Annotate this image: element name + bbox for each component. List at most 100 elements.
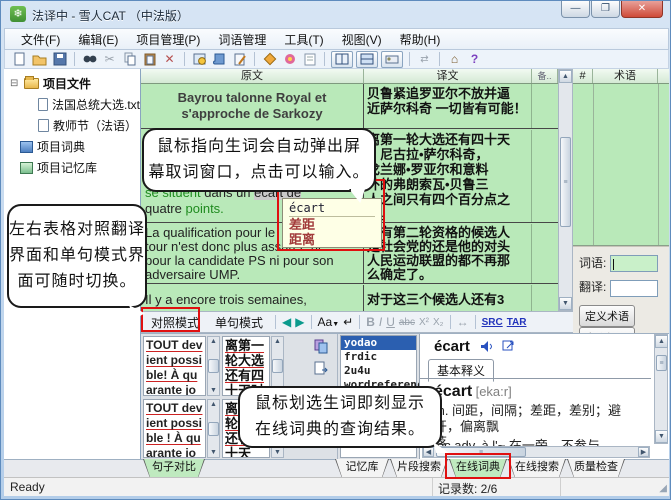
menu-file[interactable]: 文件(F) <box>13 29 68 50</box>
list-item[interactable]: frdic <box>341 350 416 364</box>
italic-button[interactable]: I <box>379 315 382 329</box>
tree-item-project-files[interactable]: ⊟ 项目文件 <box>4 73 140 94</box>
speaker-icon[interactable] <box>480 341 494 356</box>
compare-source-box-1[interactable]: TOUT devient possible! À quarante jours … <box>143 336 206 396</box>
notes-icon[interactable] <box>301 51 318 67</box>
tree-item-election-file[interactable]: 法国总统大选.txt <box>4 94 140 115</box>
resize-grip[interactable]: ◢ <box>659 483 667 494</box>
column-header-extra[interactable]: 备.. <box>532 69 558 83</box>
menu-help[interactable]: 帮助(H) <box>392 29 449 50</box>
fit-width-icon[interactable]: ↔ <box>457 315 469 329</box>
cut-icon[interactable]: ✂ <box>101 51 118 67</box>
enter-icon[interactable]: ↵ <box>343 315 353 329</box>
prev-segment-icon[interactable]: ◀ <box>282 315 291 329</box>
target-cell[interactable]: 对于这三个候选人还有3 <box>364 285 532 311</box>
view-key-mode-icon[interactable] <box>381 51 403 68</box>
list-item[interactable]: yodao <box>341 336 416 350</box>
scrollbar-thumb[interactable]: ≡ <box>560 137 571 227</box>
term-translation-input[interactable] <box>610 280 658 297</box>
superscript-button[interactable]: X² <box>419 317 429 328</box>
menu-project[interactable]: 项目管理(P) <box>128 29 208 50</box>
main-toolbar: ✂ ✕ ⇄ ⌂ ? <box>4 50 669 69</box>
font-button[interactable]: Aa▼ <box>318 315 340 329</box>
column-header-source[interactable]: 原文 <box>141 69 364 83</box>
list-item[interactable]: 2u4u <box>341 364 416 378</box>
target-cell[interactable]: 离第一轮大选还有四十天 ，尼古拉•萨尔科奇， 戈兰娜•罗亚尔和意料 外的弗朗索瓦… <box>364 130 532 222</box>
view-table-mode-icon[interactable] <box>331 51 353 68</box>
minimize-button[interactable]: — <box>561 1 590 18</box>
annotation-box-compare-mode <box>141 307 200 332</box>
dictionary-icon[interactable] <box>211 51 228 67</box>
tree-item-project-memory[interactable]: 项目记忆库 <box>4 157 140 178</box>
subscript-button[interactable]: X₂ <box>433 317 444 328</box>
scrollbar-thumb[interactable]: ≡ <box>656 355 667 371</box>
scroll-left-icon[interactable]: ◀ <box>423 447 434 457</box>
underline-button[interactable]: U <box>386 315 395 329</box>
menu-view[interactable]: 视图(V) <box>334 29 390 50</box>
column-header-num[interactable]: # <box>573 69 593 83</box>
scroll-down-icon[interactable]: ▼ <box>559 297 572 310</box>
table-row: Bayrou talonne Royal et s'approche de Sa… <box>141 84 558 129</box>
scroll-down-icon[interactable]: ▼ <box>655 430 668 443</box>
strikethrough-button[interactable]: abc <box>399 317 415 328</box>
word-flower-icon[interactable] <box>281 51 298 67</box>
scroll-right-icon[interactable]: ▶ <box>638 447 649 457</box>
next-segment-icon[interactable]: ▶ <box>295 315 304 329</box>
term-word-input[interactable] <box>610 255 658 272</box>
target-cell[interactable]: 贝鲁紧追罗亚尔不放并逼 近萨尔科奇 一切皆有可能！ <box>364 84 532 128</box>
menu-terms[interactable]: 词语管理 <box>210 29 274 50</box>
memory-icon <box>20 162 33 174</box>
bold-button[interactable]: B <box>366 315 375 329</box>
copy-icon[interactable] <box>121 51 138 67</box>
tab-memory[interactable]: 记忆库 <box>335 459 389 478</box>
scroll-up-icon[interactable]: ▲ <box>655 335 668 348</box>
home-icon[interactable]: ⌂ <box>446 51 463 67</box>
close-button[interactable]: ✕ <box>621 1 663 18</box>
tree-item-teachersday-file[interactable]: 教师节（法语） <box>4 115 140 136</box>
copy-word-icon[interactable] <box>502 340 515 355</box>
column-header-target[interactable]: 译文 <box>364 69 532 83</box>
tab-fragment-search[interactable]: 片段搜索 <box>390 459 448 478</box>
title-bar: ❄ 法译中 - 雪人CAT （中法版） — ❐ ✕ <box>1 1 671 28</box>
find-icon[interactable] <box>81 51 98 67</box>
capture-word-icon[interactable] <box>191 51 208 67</box>
save-icon[interactable] <box>51 51 68 67</box>
project-settings-icon[interactable] <box>261 51 278 67</box>
align-pairs-icon[interactable]: ⇄ <box>416 51 433 67</box>
paste-icon[interactable] <box>141 51 158 67</box>
tab-quality-check[interactable]: 质量检查 <box>567 459 625 478</box>
grid-header: 原文 译文 备.. <box>141 69 558 84</box>
menu-edit[interactable]: 编辑(E) <box>70 29 126 50</box>
new-document-icon[interactable] <box>11 51 28 67</box>
define-term-button[interactable]: 定义术语 <box>579 305 635 327</box>
view-split-mode-icon[interactable] <box>356 51 378 68</box>
open-folder-icon[interactable] <box>31 51 48 67</box>
compare-source-box-2[interactable]: TOUT devient possible ! À quarante jours… <box>143 399 206 458</box>
column-header-term[interactable]: 术语 <box>593 69 658 83</box>
clipboard-edit-icon[interactable] <box>231 51 248 67</box>
export-segment-icon[interactable] <box>313 360 330 376</box>
app-icon: ❄ <box>10 6 26 22</box>
collapse-icon[interactable]: ⊟ <box>10 78 20 89</box>
mini-scrollbar[interactable]: ▲▼ <box>207 336 220 396</box>
tab-sentence-compare[interactable]: 句子对比 <box>143 459 205 478</box>
target-cell[interactable]: 谁有第二轮资格的候选人 是社会党的还是他的对头 人民运动联盟的都不再那 么确定了… <box>364 224 532 283</box>
help-icon[interactable]: ? <box>466 51 483 67</box>
scroll-up-icon[interactable]: ▲ <box>559 70 572 83</box>
tab-online-search[interactable]: 在线搜索 <box>508 459 566 478</box>
status-bar: Ready 记录数: 2/6 ◢ <box>4 477 669 496</box>
dict-vscrollbar[interactable]: ▲ ≡ ▼ <box>654 334 668 444</box>
terms-grid[interactable] <box>573 84 669 246</box>
menu-tools[interactable]: 工具(T) <box>276 29 331 50</box>
mini-scrollbar[interactable]: ▲▼ <box>207 399 220 458</box>
src-tag-button[interactable]: SRC <box>482 317 503 328</box>
source-cell[interactable]: Bayrou talonne Royal et s'approche de Sa… <box>141 84 364 128</box>
dictionary-headword: écart [eka:r] <box>434 383 512 401</box>
grid-scrollbar[interactable]: ▲ ≡ ▼ <box>558 69 573 311</box>
tree-item-project-dictionary[interactable]: 项目词典 <box>4 136 140 157</box>
single-mode-button[interactable]: 单句模式 <box>209 313 269 332</box>
delete-icon[interactable]: ✕ <box>161 51 178 67</box>
tar-tag-button[interactable]: TAR <box>507 317 527 328</box>
copy-pair-icon[interactable] <box>313 338 330 354</box>
maximize-button[interactable]: ❐ <box>591 1 620 18</box>
